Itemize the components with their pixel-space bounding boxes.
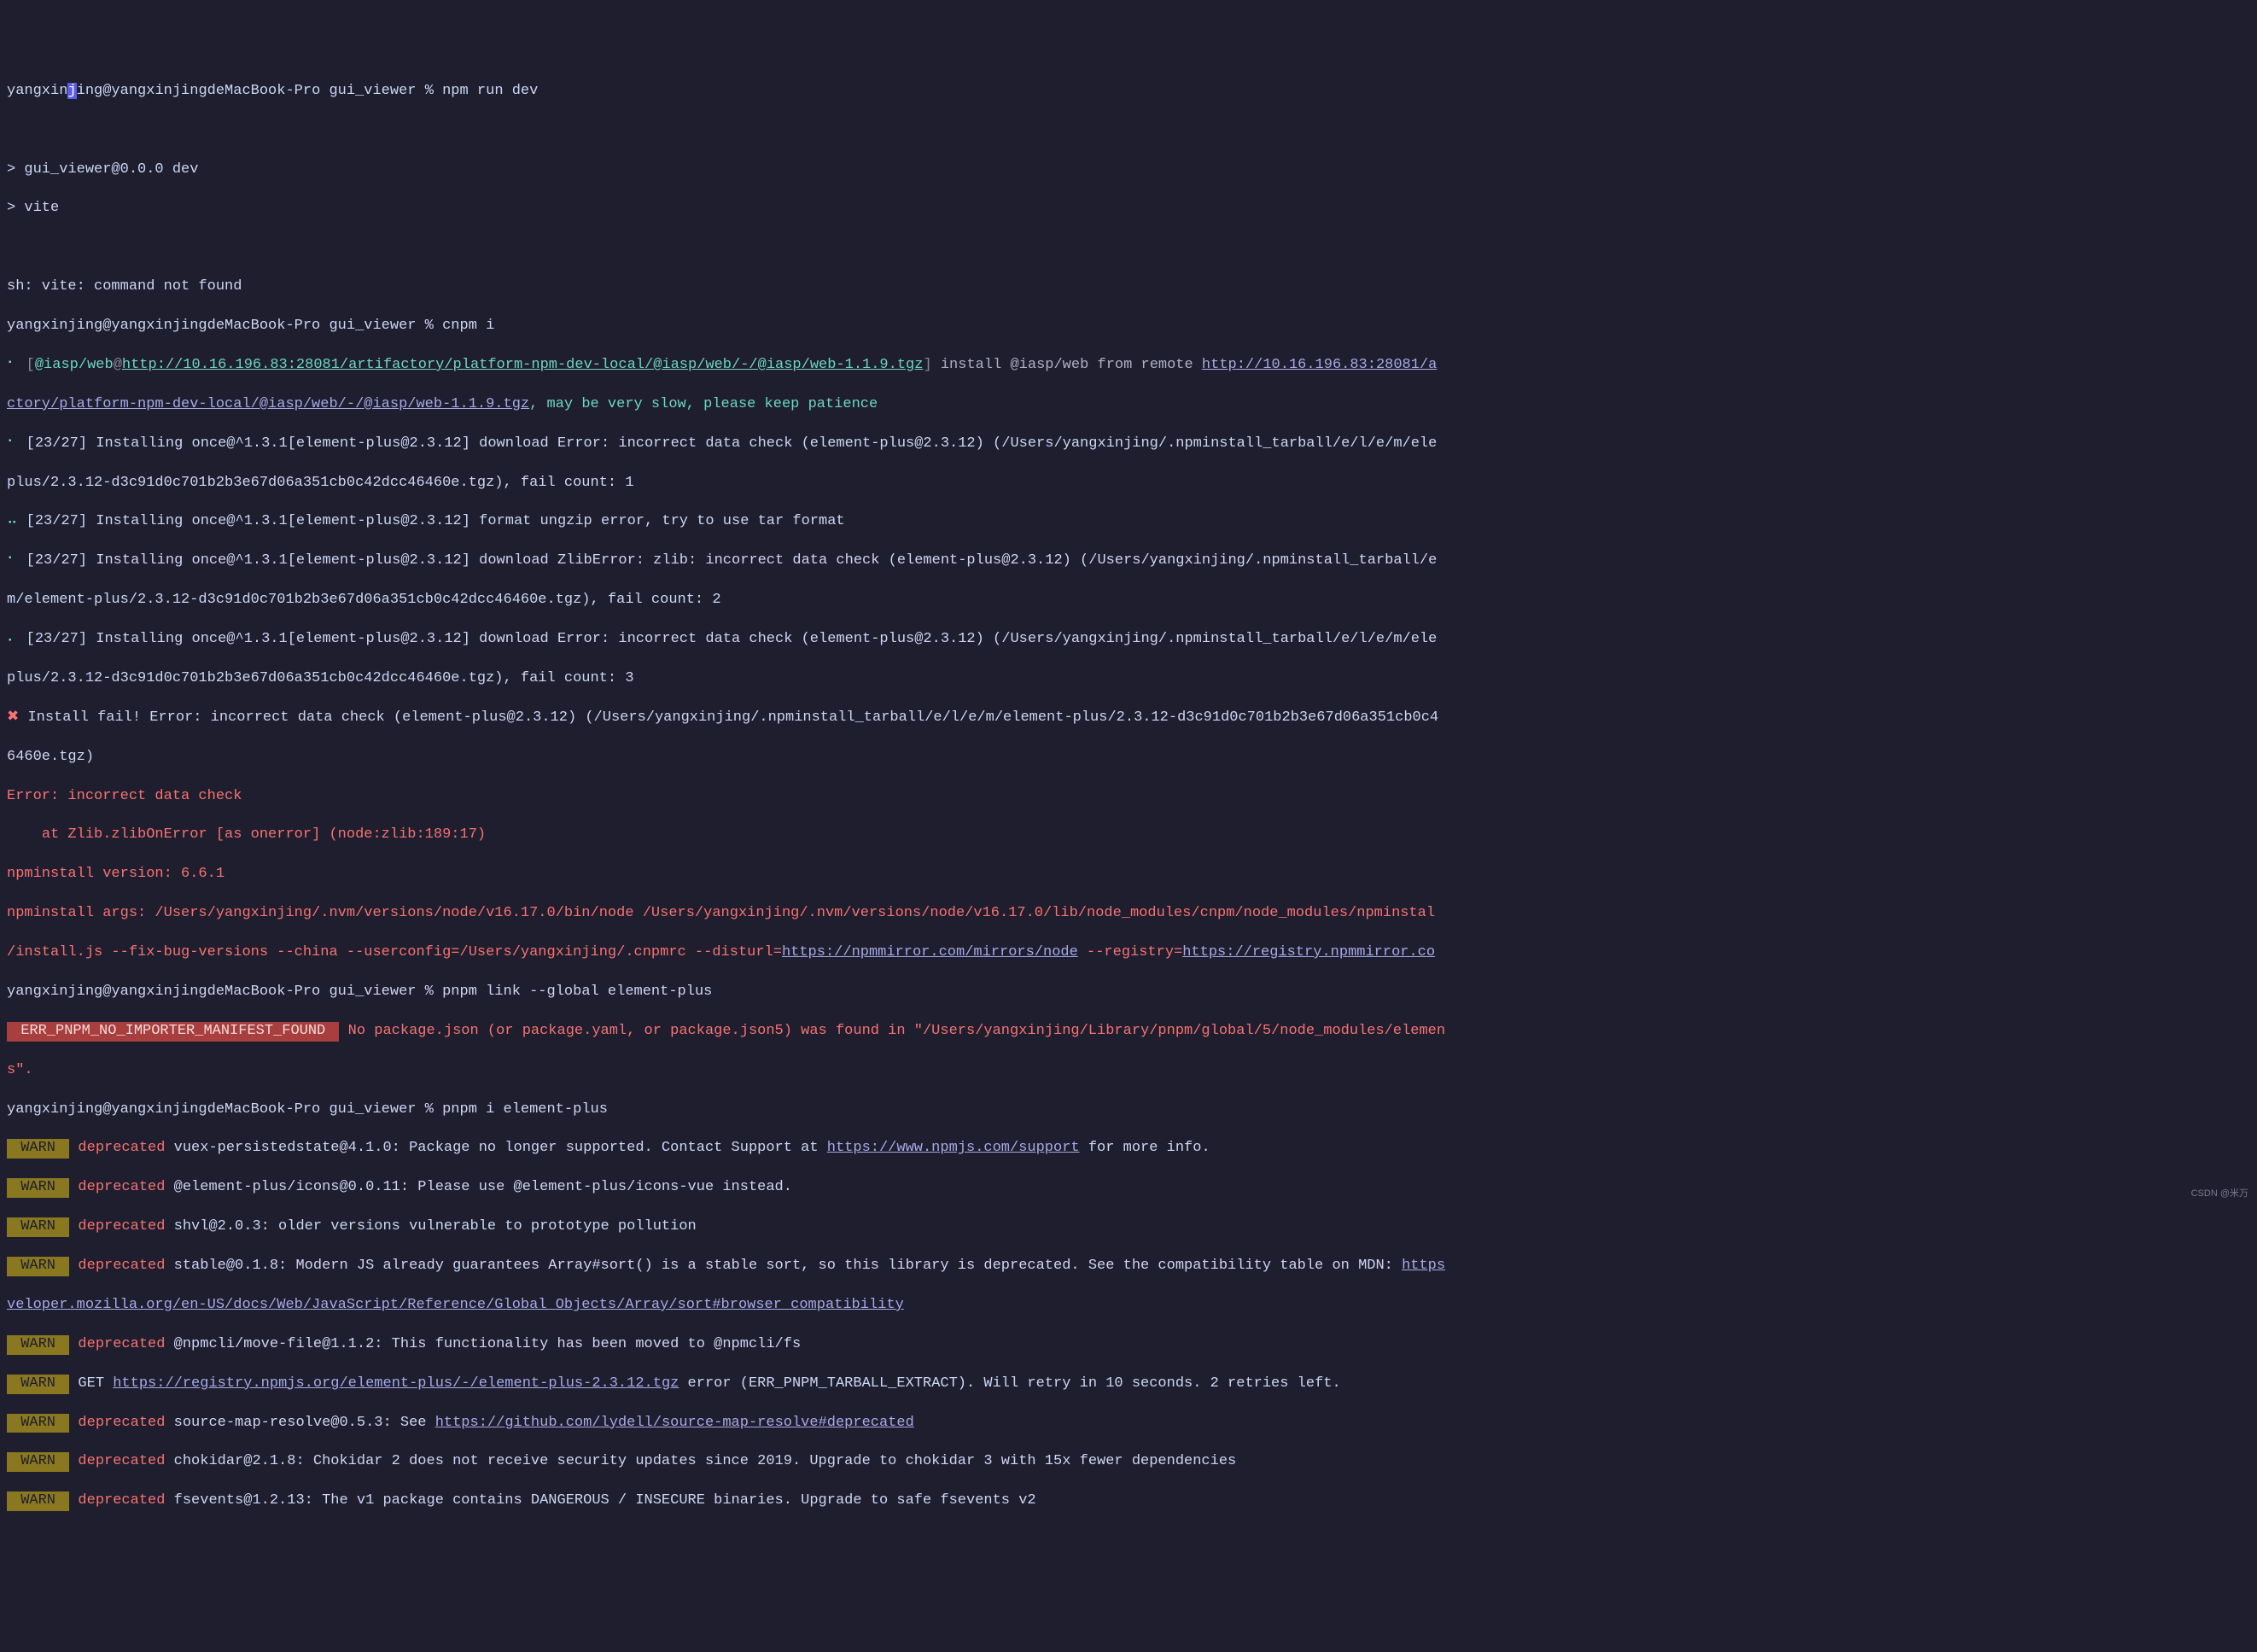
disturl-link: https://npmmirror.com/mirrors/node [782, 944, 1078, 960]
warn-get-tarball-extract: WARN GET https://registry.npmjs.org/elem… [7, 1375, 2250, 1394]
error-vite-not-found: sh: vite: command not found [7, 277, 2250, 297]
install-remote-line-cont: ctory/platform-npm-dev-local/@iasp/web/-… [7, 395, 2250, 415]
warn-badge: WARN [7, 1335, 69, 1355]
install-progress-23-27-b: ⠤ [23/27] Installing once@^1.3.1[element… [7, 512, 2250, 532]
npminstall-args-cont: /install.js --fix-bug-versions --china -… [7, 943, 2250, 963]
warn-stable-cont: veloper.mozilla.org/en-US/docs/Web/JavaS… [7, 1296, 2250, 1316]
install-progress-23-27-d: ⠄ [23/27] Installing once@^1.3.1[element… [7, 630, 2250, 650]
error-stack-zlib: at Zlib.zlibOnError [as onerror] (node:z… [7, 826, 2250, 845]
pnpm-error-line: ERR_PNPM_NO_IMPORTER_MANIFEST_FOUND No p… [7, 1022, 2250, 1042]
blank [7, 121, 2250, 141]
prompt-line-2: yangxinjing@yangxinjingdeMacBook-Pro gui… [7, 317, 2250, 336]
warn-element-plus-icons: WARN deprecated @element-plus/icons@0.0.… [7, 1178, 2250, 1198]
warn-badge: WARN [7, 1452, 69, 1472]
npminstall-args: npminstall args: /Users/yangxinjing/.nvm… [7, 904, 2250, 924]
warn-vuex-persistedstate: WARN deprecated vuex-persistedstate@4.1.… [7, 1139, 2250, 1159]
npm-script-name: > gui_viewer@0.0.0 dev [7, 161, 2250, 180]
mdn-link-part1: https [1402, 1258, 1445, 1274]
mdn-link-part2: veloper.mozilla.org/en-US/docs/Web/JavaS… [7, 1297, 904, 1313]
warn-badge: WARN [7, 1217, 69, 1237]
terminal-output[interactable]: { "l1_prompt_user": "yangxin", "l1_promp… [0, 0, 2257, 1652]
install-progress-23-27-a: ⠂ [23/27] Installing once@^1.3.1[element… [7, 435, 2250, 454]
prompt-line-4: yangxinjing@yangxinjingdeMacBook-Pro gui… [7, 1100, 2250, 1120]
npmjs-support-link: https://www.npmjs.com/support [827, 1140, 1080, 1156]
cursor-highlight: j [67, 83, 76, 99]
warn-source-map-resolve: WARN deprecated source-map-resolve@0.5.3… [7, 1414, 2250, 1433]
install-remote-line: ⠂ [@iasp/web@http://10.16.196.83:28081/a… [7, 356, 2250, 376]
watermark: CSDN @米万 [2191, 1188, 2248, 1200]
warn-badge: WARN [7, 1414, 69, 1433]
install-fail-line-cont: 6460e.tgz) [7, 748, 2250, 768]
prompt-line-3: yangxinjing@yangxinjingdeMacBook-Pro gui… [7, 983, 2250, 1002]
install-fail-line: ✖ Install fail! Error: incorrect data ch… [7, 709, 2250, 728]
warn-badge: WARN [7, 1375, 69, 1394]
install-progress-23-27-c: ⠂ [23/27] Installing once@^1.3.1[element… [7, 552, 2250, 571]
warn-badge: WARN [7, 1257, 69, 1276]
warn-shvl: WARN deprecated shvl@2.0.3: older versio… [7, 1217, 2250, 1237]
install-progress-23-27-a-cont: plus/2.3.12-d3c91d0c701b2b3e67d06a351cb0… [7, 474, 2250, 493]
warn-badge: WARN [7, 1139, 69, 1159]
warn-badge: WARN [7, 1178, 69, 1198]
registry-tgz-link: https://registry.npmjs.org/element-plus/… [113, 1375, 679, 1392]
err-pnpm-no-importer-badge: ERR_PNPM_NO_IMPORTER_MANIFEST_FOUND [7, 1022, 339, 1042]
tgz-link-remote: http://10.16.196.83:28081/a [1202, 357, 1437, 373]
npm-script-cmd: > vite [7, 199, 2250, 219]
error-incorrect-data-check: Error: incorrect data check [7, 787, 2250, 807]
install-progress-23-27-d-cont: plus/2.3.12-d3c91d0c701b2b3e67d06a351cb0… [7, 669, 2250, 689]
blank [7, 238, 2250, 258]
warn-npmcli-move-file: WARN deprecated @npmcli/move-file@1.1.2:… [7, 1335, 2250, 1355]
pnpm-error-line-cont: s". [7, 1061, 2250, 1081]
warn-fsevents: WARN deprecated fsevents@1.2.13: The v1 … [7, 1491, 2250, 1511]
warn-stable: WARN deprecated stable@0.1.8: Modern JS … [7, 1257, 2250, 1276]
npminstall-version: npminstall version: 6.6.1 [7, 865, 2250, 884]
install-progress-23-27-c-cont: m/element-plus/2.3.12-d3c91d0c701b2b3e67… [7, 591, 2250, 610]
registry-link: https://registry.npmmirror.co [1182, 944, 1435, 960]
source-map-resolve-link: https://github.com/lydell/source-map-res… [435, 1415, 914, 1431]
warn-chokidar: WARN deprecated chokidar@2.1.8: Chokidar… [7, 1452, 2250, 1472]
prompt-line-1: yangxinjing@yangxinjingdeMacBook-Pro gui… [7, 82, 2250, 102]
warn-badge: WARN [7, 1491, 69, 1511]
tgz-link-1: http://10.16.196.83:28081/artifactory/pl… [122, 357, 924, 373]
